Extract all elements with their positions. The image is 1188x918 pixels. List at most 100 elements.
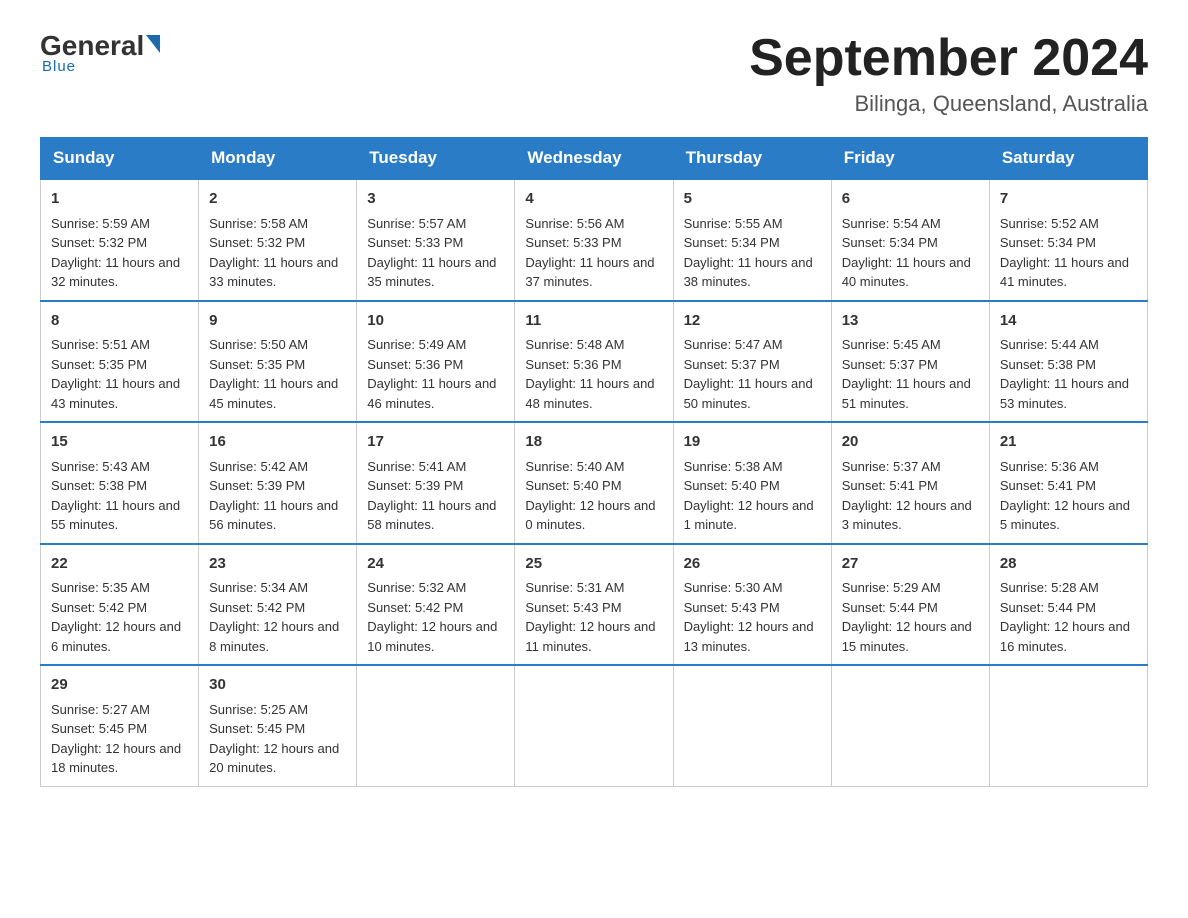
day-number: 29 [51, 674, 188, 697]
sunrise-text: Sunrise: 5:59 AM [51, 216, 150, 231]
calendar-cell: 18Sunrise: 5:40 AMSunset: 5:40 PMDayligh… [515, 422, 673, 544]
sunrise-text: Sunrise: 5:40 AM [525, 459, 624, 474]
sunset-text: Sunset: 5:36 PM [367, 357, 463, 372]
calendar-cell: 27 Sunrise: 5:29 AM Sunset: 5:44 PM Dayligh… [831, 544, 989, 666]
page-header: General Blue September 2024 Bilinga, Que… [40, 30, 1148, 117]
daylight-text: Daylight: 11 hours and 55 minutes. [51, 498, 180, 533]
calendar-table: Sunday Monday Tuesday Wednesday Thursday… [40, 137, 1148, 787]
day-number: 15 [51, 431, 188, 454]
sunset-text: Sunset: 5:42 PM [367, 600, 463, 615]
day-number: 19 [684, 431, 821, 454]
daylight-text: Daylight: 11 hours and 45 minutes. [209, 376, 338, 411]
day-number: 1 [51, 188, 188, 211]
calendar-cell: 10Sunrise: 5:49 AMSunset: 5:36 PMDayligh… [357, 301, 515, 423]
sunrise-text: Sunrise: 5:45 AM [842, 337, 941, 352]
calendar-cell: 4Sunrise: 5:56 AMSunset: 5:33 PMDaylight… [515, 179, 673, 301]
sunset-text: Sunset: 5:45 PM [51, 721, 147, 736]
daylight-text: Daylight: 11 hours and 50 minutes. [684, 376, 813, 411]
calendar-cell: 17Sunrise: 5:41 AMSunset: 5:39 PMDayligh… [357, 422, 515, 544]
sunrise-text: Sunrise: 5:49 AM [367, 337, 466, 352]
sunset-text: Sunset: 5:33 PM [525, 235, 621, 250]
sunset-text: Sunset: 5:35 PM [209, 357, 305, 372]
sunrise-text: Sunrise: 5:37 AM [842, 459, 941, 474]
col-sunday: Sunday [41, 138, 199, 180]
daylight-text: Daylight: 12 hours and 5 minutes. [1000, 498, 1130, 533]
daylight-text: Daylight: 11 hours and 48 minutes. [525, 376, 654, 411]
daylight-text: Daylight: 11 hours and 32 minutes. [51, 255, 180, 290]
sunrise-text: Sunrise: 5:36 AM [1000, 459, 1099, 474]
calendar-cell: 14Sunrise: 5:44 AMSunset: 5:38 PMDayligh… [989, 301, 1147, 423]
sunset-text: Sunset: 5:39 PM [209, 478, 305, 493]
calendar-cell [515, 665, 673, 786]
title-block: September 2024 Bilinga, Queensland, Aust… [749, 30, 1148, 117]
sunrise-text: Sunrise: 5:52 AM [1000, 216, 1099, 231]
sunset-text: Sunset: 5:40 PM [525, 478, 621, 493]
sunset-text: Sunset: 5:38 PM [1000, 357, 1096, 372]
calendar-header-row: Sunday Monday Tuesday Wednesday Thursday… [41, 138, 1148, 180]
sunrise-text: Sunrise: 5:55 AM [684, 216, 783, 231]
calendar-week-row: 29Sunrise: 5:27 AMSunset: 5:45 PMDayligh… [41, 665, 1148, 786]
day-number: 11 [525, 310, 662, 333]
sunset-text: Sunset: 5:44 PM [842, 600, 938, 615]
calendar-cell: 16Sunrise: 5:42 AMSunset: 5:39 PMDayligh… [199, 422, 357, 544]
sunrise-text: Sunrise: 5:48 AM [525, 337, 624, 352]
calendar-cell [357, 665, 515, 786]
sunrise-text: Sunrise: 5:35 AM [51, 580, 150, 595]
sunrise-text: Sunrise: 5:42 AM [209, 459, 308, 474]
col-tuesday: Tuesday [357, 138, 515, 180]
day-number: 27 [842, 553, 979, 576]
day-number: 8 [51, 310, 188, 333]
daylight-text: Daylight: 12 hours and 3 minutes. [842, 498, 972, 533]
calendar-cell [831, 665, 989, 786]
location-title: Bilinga, Queensland, Australia [749, 91, 1148, 117]
calendar-cell: 7Sunrise: 5:52 AMSunset: 5:34 PMDaylight… [989, 179, 1147, 301]
calendar-cell: 21Sunrise: 5:36 AMSunset: 5:41 PMDayligh… [989, 422, 1147, 544]
daylight-text: Daylight: 11 hours and 46 minutes. [367, 376, 496, 411]
day-number: 3 [367, 188, 504, 211]
day-number: 5 [684, 188, 821, 211]
sunrise-text: Sunrise: 5:44 AM [1000, 337, 1099, 352]
daylight-text: Daylight: 11 hours and 41 minutes. [1000, 255, 1129, 290]
calendar-cell: 5Sunrise: 5:55 AMSunset: 5:34 PMDaylight… [673, 179, 831, 301]
calendar-cell: 25Sunrise: 5:31 AMSunset: 5:43 PMDayligh… [515, 544, 673, 666]
sunset-text: Sunset: 5:36 PM [525, 357, 621, 372]
calendar-cell: 8Sunrise: 5:51 AMSunset: 5:35 PMDaylight… [41, 301, 199, 423]
calendar-week-row: 15Sunrise: 5:43 AMSunset: 5:38 PMDayligh… [41, 422, 1148, 544]
calendar-cell: 19Sunrise: 5:38 AMSunset: 5:40 PMDayligh… [673, 422, 831, 544]
daylight-text: Daylight: 11 hours and 43 minutes. [51, 376, 180, 411]
sunrise-text: Sunrise: 5:30 AM [684, 580, 783, 595]
daylight-text: Daylight: 12 hours and 6 minutes. [51, 619, 181, 654]
logo-triangle-icon [146, 35, 160, 53]
sunrise-text: Sunrise: 5:54 AM [842, 216, 941, 231]
sunset-text: Sunset: 5:41 PM [842, 478, 938, 493]
sunrise-text: Sunrise: 5:51 AM [51, 337, 150, 352]
sunset-text: Sunset: 5:38 PM [51, 478, 147, 493]
sunset-text: Sunset: 5:43 PM [525, 600, 621, 615]
logo-blue-text: Blue [42, 58, 76, 75]
sunrise-text: Sunrise: 5:34 AM [209, 580, 308, 595]
calendar-cell: 30Sunrise: 5:25 AMSunset: 5:45 PMDayligh… [199, 665, 357, 786]
day-number: 28 [1000, 553, 1137, 576]
daylight-text: Daylight: 12 hours and 0 minutes. [525, 498, 655, 533]
daylight-text: Daylight: 12 hours and 18 minutes. [51, 741, 181, 776]
day-number: 14 [1000, 310, 1137, 333]
day-number: 23 [209, 553, 346, 576]
sunset-text: Sunset: 5:33 PM [367, 235, 463, 250]
col-monday: Monday [199, 138, 357, 180]
daylight-text: Daylight: 12 hours and 8 minutes. [209, 619, 339, 654]
sunset-text: Sunset: 5:32 PM [51, 235, 147, 250]
day-number: 2 [209, 188, 346, 211]
sunrise-text: Sunrise: 5:29 AM [842, 580, 941, 595]
calendar-cell: 20Sunrise: 5:37 AMSunset: 5:41 PMDayligh… [831, 422, 989, 544]
month-title: September 2024 [749, 30, 1148, 87]
daylight-text: Daylight: 11 hours and 56 minutes. [209, 498, 338, 533]
sunset-text: Sunset: 5:34 PM [684, 235, 780, 250]
daylight-text: Daylight: 12 hours and 1 minute. [684, 498, 814, 533]
calendar-cell: 23Sunrise: 5:34 AMSunset: 5:42 PMDayligh… [199, 544, 357, 666]
sunset-text: Sunset: 5:41 PM [1000, 478, 1096, 493]
calendar-cell: 1 Sunrise: 5:59 AM Sunset: 5:32 PM Daylight… [41, 179, 199, 301]
day-number: 17 [367, 431, 504, 454]
calendar-cell: 29Sunrise: 5:27 AMSunset: 5:45 PMDayligh… [41, 665, 199, 786]
sunset-text: Sunset: 5:34 PM [1000, 235, 1096, 250]
daylight-text: Daylight: 12 hours and 15 minutes. [842, 619, 972, 654]
